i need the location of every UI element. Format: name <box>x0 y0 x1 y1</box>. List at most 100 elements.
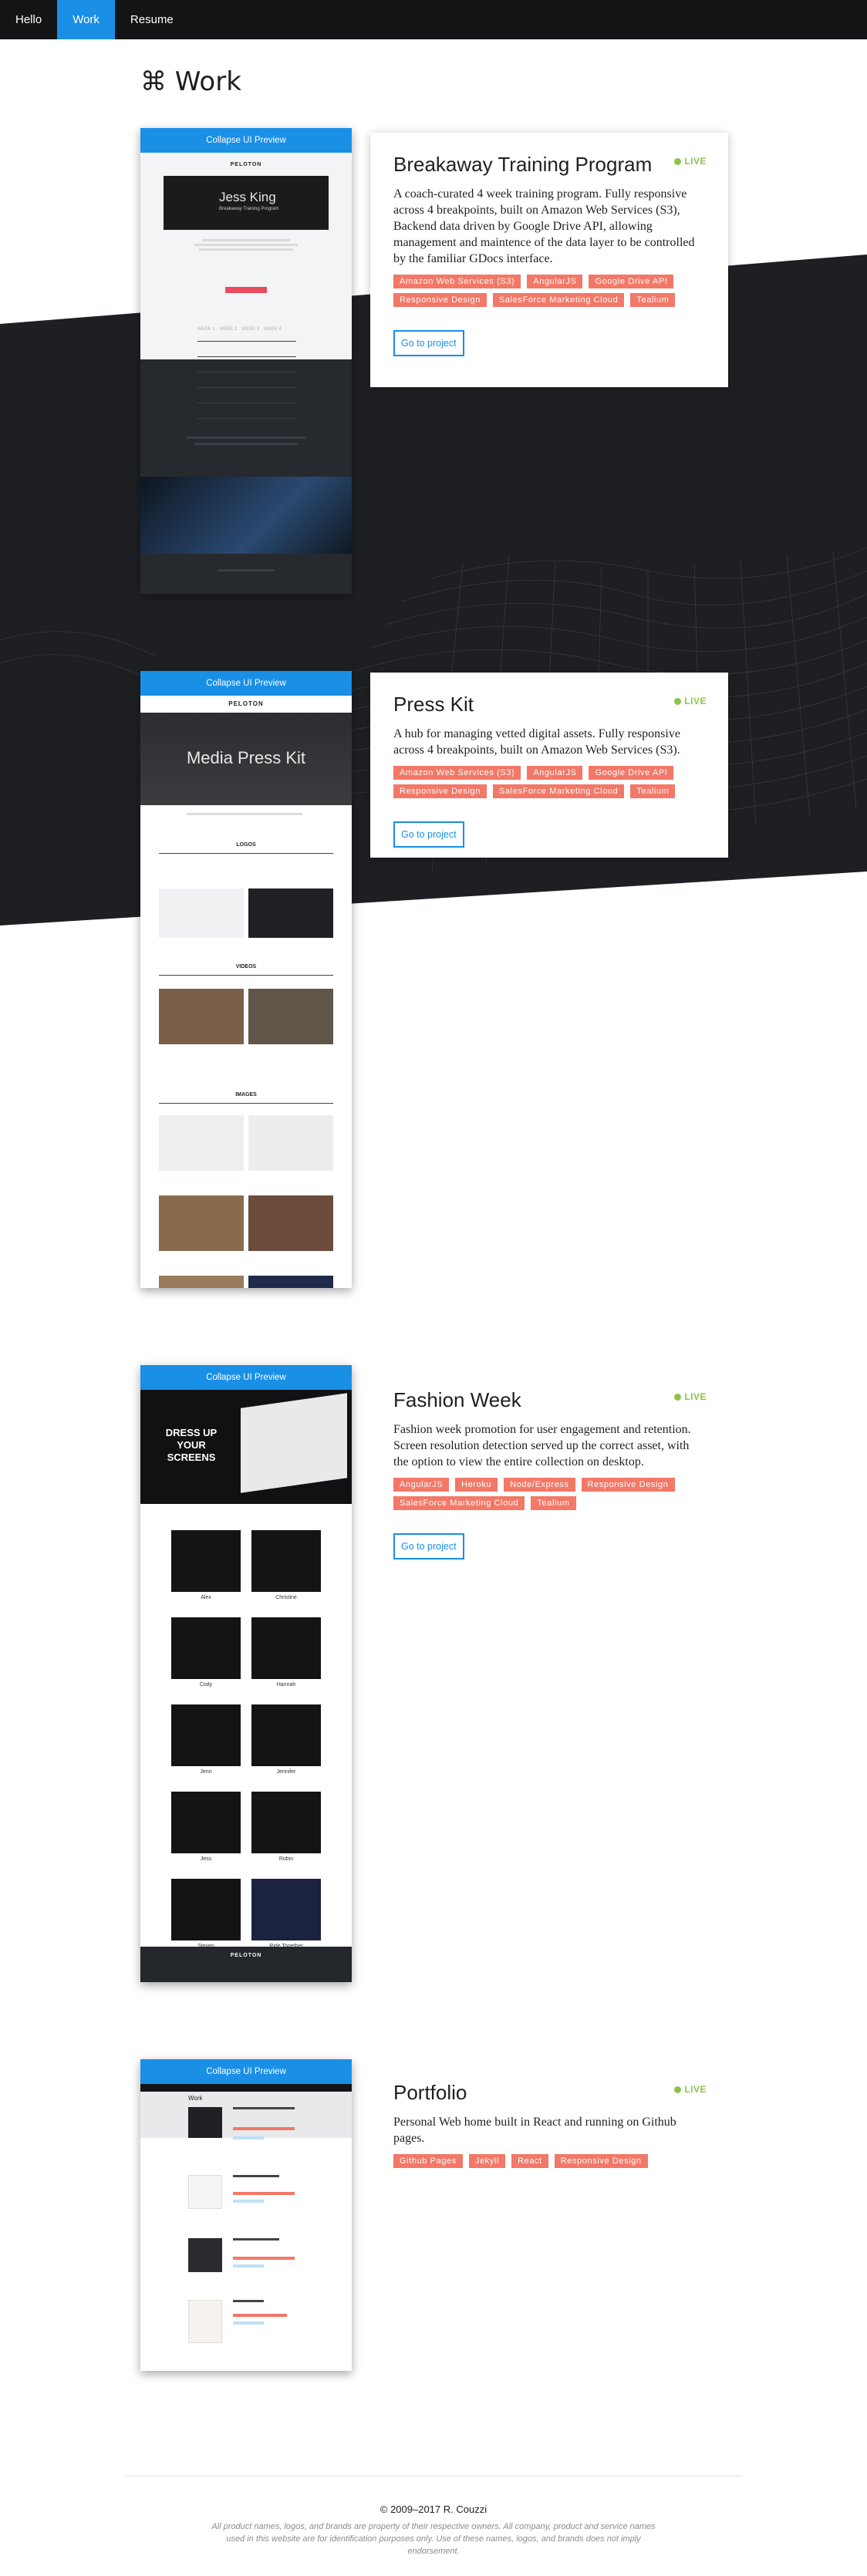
collection-item: Steven <box>171 1879 241 1949</box>
project-preview-fashionweek: Collapse UI Preview DRESS UP YOUR SCREEN… <box>140 1365 352 1982</box>
live-badge: LIVE <box>674 1391 707 1402</box>
tag-list: AngularJS Heroku Node/Express Responsive… <box>393 1478 705 1510</box>
collapse-preview-button[interactable]: Collapse UI Preview <box>140 1365 352 1390</box>
preview-hero-image: Jess King Breakaway Training Program <box>164 176 329 230</box>
tag: Heroku <box>455 1478 498 1492</box>
tag: AngularJS <box>527 275 583 288</box>
preview-heading: Work <box>188 2095 203 2102</box>
project-preview-presskit: Collapse UI Preview PELOTON Media Press … <box>140 671 352 1288</box>
preview-collection-grid: Alex Christine Cody Hannah Jenn Jennifer Jess R… <box>171 1530 321 1949</box>
nav-item-resume[interactable]: Resume <box>115 0 189 39</box>
tag: Responsive Design <box>393 784 487 798</box>
collection-item: Christine <box>251 1530 321 1600</box>
tag: Amazon Web Services (S3) <box>393 766 521 780</box>
preview-hero-image: Media Press Kit <box>140 713 352 805</box>
preview-section-label: IMAGES <box>235 1092 257 1097</box>
collection-thumbnail <box>171 1704 241 1766</box>
live-badge: LIVE <box>674 2084 707 2095</box>
preview-section-label: VIDEOS <box>235 964 257 969</box>
collection-thumbnail <box>171 1617 241 1679</box>
project-description: A coach-curated 4 week training program.… <box>393 187 695 265</box>
collection-label: Robin <box>278 1856 294 1862</box>
tag-list: Amazon Web Services (S3) AngularJS Googl… <box>393 275 705 307</box>
tag: Google Drive API <box>589 766 674 780</box>
collection-item: Ride Together <box>251 1879 321 1949</box>
preview-week-tab: WEEK 2 <box>219 327 238 332</box>
collection-label: Jenn <box>200 1769 212 1775</box>
status-dot-icon <box>674 158 682 165</box>
tag: Tealium <box>531 1496 576 1510</box>
project-description: Personal Web home built in React and run… <box>393 2116 676 2145</box>
project-card-portfolio: LIVE Portfolio Personal Web home built i… <box>370 2061 728 2184</box>
project-preview-breakaway: Collapse UI Preview PELOTON Jess King Br… <box>140 128 352 594</box>
tag: Responsive Design <box>581 1478 675 1492</box>
tag: Github Pages <box>393 2154 463 2168</box>
preview-rider-image <box>140 477 352 554</box>
tag: Jekyll <box>468 2154 505 2168</box>
live-badge: LIVE <box>674 696 707 706</box>
collection-thumbnail <box>171 1879 241 1940</box>
collection-label: Hannah <box>276 1682 296 1688</box>
project-title: Fashion Week <box>393 1388 521 1411</box>
collection-thumbnail <box>251 1704 321 1766</box>
footer-divider <box>125 2476 742 2477</box>
collection-thumbnail <box>251 1617 321 1679</box>
preview-brand: PELOTON <box>140 696 352 713</box>
project-description: Fashion week promotion for user engageme… <box>393 1423 691 1468</box>
collection-item: Jess <box>171 1792 241 1862</box>
tag: SalesForce Marketing Cloud <box>393 1496 525 1510</box>
collapse-preview-button[interactable]: Collapse UI Preview <box>140 128 352 153</box>
status-dot-icon <box>674 1394 682 1401</box>
tag: Amazon Web Services (S3) <box>393 275 521 288</box>
tag: SalesForce Marketing Cloud <box>492 293 625 307</box>
top-nav: Hello Work Resume <box>0 0 867 39</box>
page-title: ⌘ Work <box>140 66 241 97</box>
tag: Responsive Design <box>554 2154 648 2168</box>
go-to-project-button[interactable]: Go to project <box>393 821 464 848</box>
collection-thumbnail <box>251 1879 321 1940</box>
status-dot-icon <box>674 2086 682 2093</box>
tag: React <box>511 2154 548 2168</box>
preview-section-label: LOGOS <box>236 842 256 848</box>
collection-thumbnail <box>171 1792 241 1853</box>
collection-label: Cody <box>199 1682 213 1688</box>
tag: Responsive Design <box>393 293 487 307</box>
go-to-project-button[interactable]: Go to project <box>393 1533 464 1559</box>
collapse-preview-button[interactable]: Collapse UI Preview <box>140 2059 352 2084</box>
tag-list: Github Pages Jekyll React Responsive Des… <box>393 2154 705 2168</box>
project-title: Press Kit <box>393 693 474 716</box>
preview-hero-sub: Breakaway Training Program <box>219 207 279 211</box>
preview-week-tab: WEEK 3 <box>241 327 260 332</box>
project-title: Breakaway Training Program <box>393 153 653 176</box>
preview-week-tabs: WEEK 1 WEEK 2 WEEK 3 WEEK 4 <box>197 327 296 332</box>
project-card-fashionweek: LIVE Fashion Week Fashion week promotion… <box>370 1368 728 1600</box>
preview-hero-name: Jess King <box>219 190 276 204</box>
tag: Google Drive API <box>589 275 674 288</box>
footer-copyright: © 2009–2017 R. Couzzi <box>380 2504 487 2515</box>
collection-thumbnail <box>171 1530 241 1592</box>
tag-list: Amazon Web Services (S3) AngularJS Googl… <box>393 766 705 798</box>
preview-week-tab: WEEK 1 <box>197 327 215 332</box>
tag: SalesForce Marketing Cloud <box>492 784 625 798</box>
collection-item: Alex <box>171 1530 241 1600</box>
project-title: Portfolio <box>393 2081 467 2104</box>
tag: AngularJS <box>393 1478 450 1492</box>
collection-label: Christine <box>275 1595 297 1600</box>
collection-thumbnail <box>251 1792 321 1853</box>
footer-legal: All product names, logos, and brands are… <box>211 2522 656 2556</box>
nav-item-hello[interactable]: Hello <box>0 0 57 39</box>
preview-footer-brand: PELOTON <box>140 1947 352 1982</box>
go-to-project-button[interactable]: Go to project <box>393 330 464 356</box>
collection-label: Jennifer <box>276 1769 296 1775</box>
nav-item-work[interactable]: Work <box>57 0 115 39</box>
collapse-preview-button[interactable]: Collapse UI Preview <box>140 671 352 696</box>
collection-item: Cody <box>171 1617 241 1688</box>
live-badge: LIVE <box>674 156 707 167</box>
collection-label: Jess <box>200 1856 212 1862</box>
tag: Tealium <box>630 293 676 307</box>
project-description: A hub for managing vetted digital assets… <box>393 727 680 757</box>
preview-week-tab: WEEK 4 <box>264 327 282 332</box>
project-preview-portfolio: Collapse UI Preview Work <box>140 2059 352 2371</box>
preview-hero-image: DRESS UP YOUR SCREENS <box>140 1390 352 1504</box>
collection-thumbnail <box>251 1530 321 1592</box>
